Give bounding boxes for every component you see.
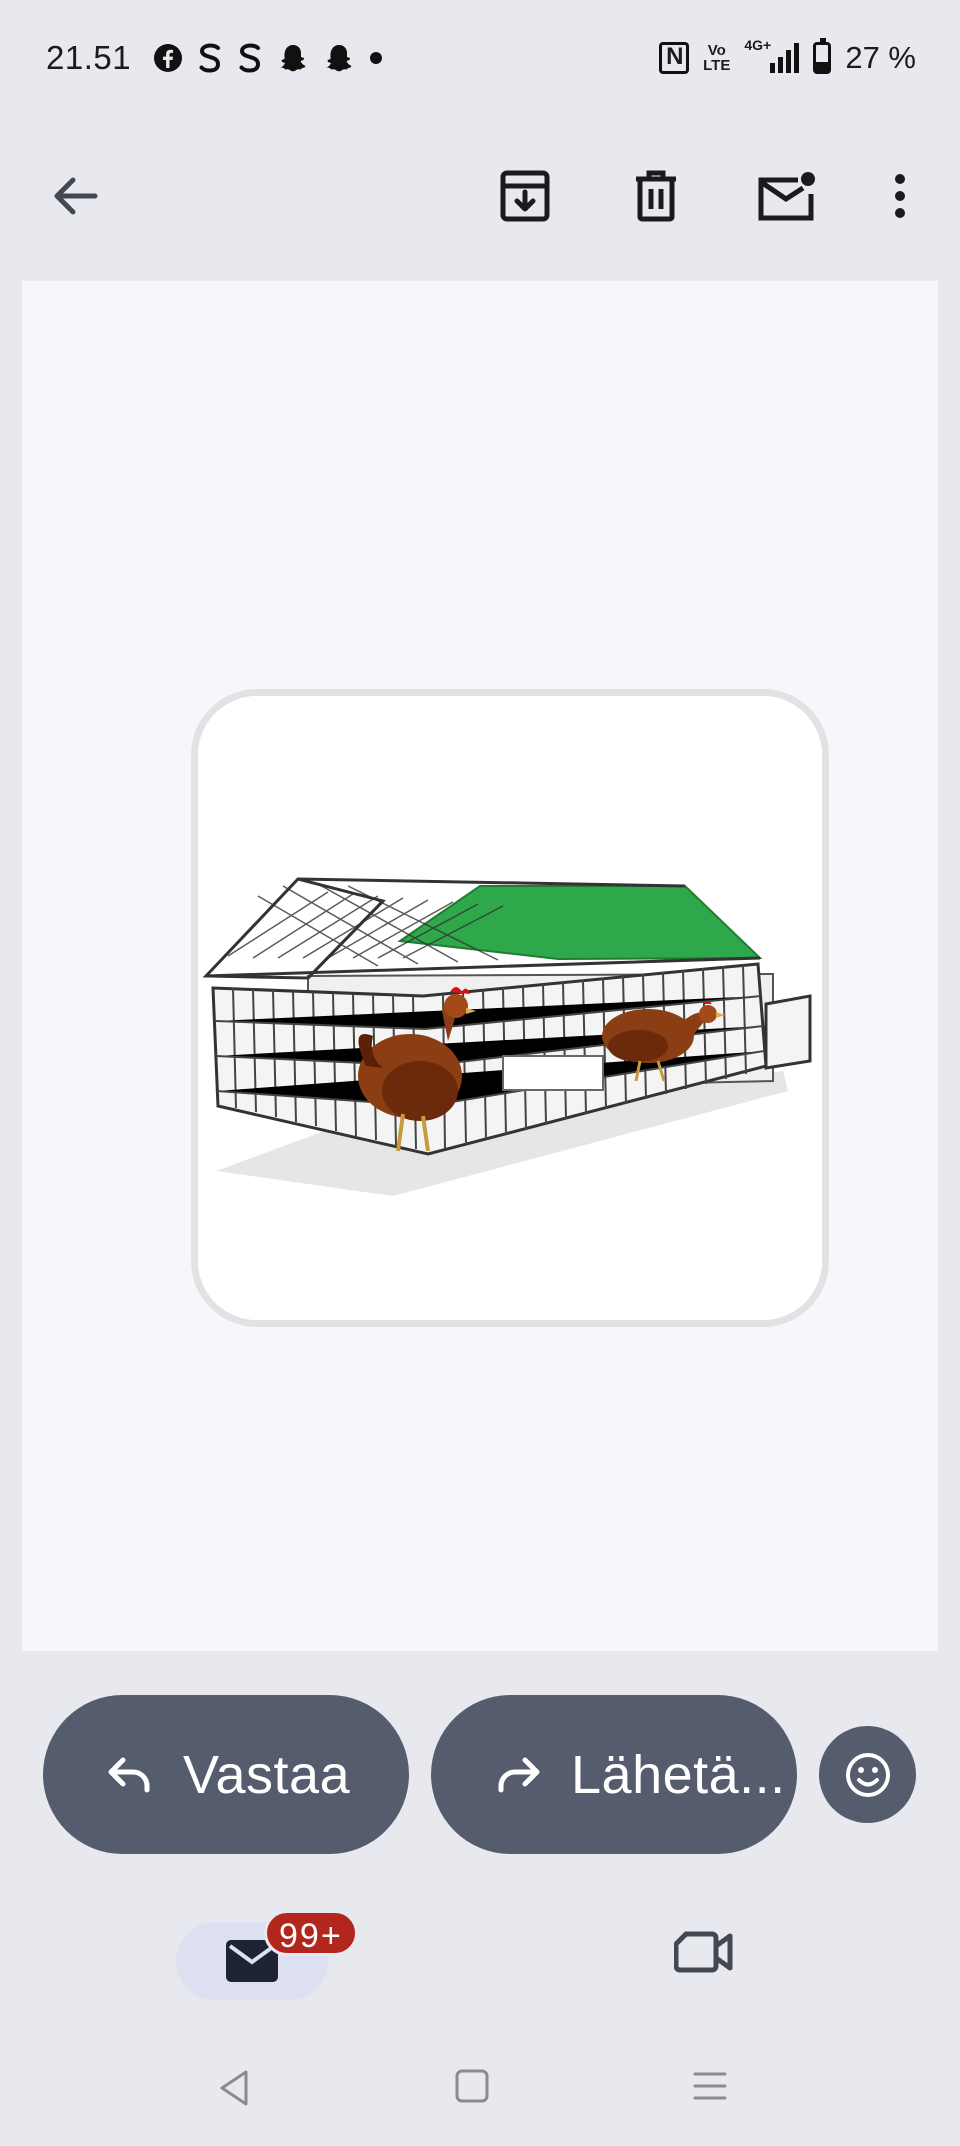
forward-button[interactable]: Lähetä... <box>431 1695 797 1854</box>
reply-arrow-icon <box>108 1757 150 1792</box>
system-status: Vo LTE 4G+ 27 % <box>659 37 916 76</box>
unread-count-badge: 99+ <box>264 1910 358 1956</box>
nfc-icon <box>659 42 690 74</box>
reply-label: Vastaa <box>183 1744 351 1805</box>
nav-back-icon <box>220 2070 248 2106</box>
system-recents-button[interactable] <box>692 2068 728 2109</box>
more-options-button[interactable] <box>870 166 930 226</box>
emoji-reaction-button[interactable] <box>819 1726 916 1823</box>
archive-button[interactable] <box>495 166 555 226</box>
meet-video-icon <box>673 1931 733 1973</box>
more-vert-icon <box>895 174 905 218</box>
notification-icons <box>153 42 383 74</box>
delete-button[interactable] <box>626 166 686 226</box>
volte-icon: Vo LTE <box>703 42 731 74</box>
snapchat-icon <box>280 45 306 72</box>
mark-unread-icon <box>758 172 815 221</box>
nav-home-icon <box>455 2069 489 2103</box>
s-icon <box>199 43 221 73</box>
bottom-navigation: 99+ <box>0 1898 960 2146</box>
signal-icon: 4G+ <box>744 37 800 73</box>
system-navigation <box>0 2058 960 2128</box>
dot-icon <box>370 52 383 64</box>
battery-icon <box>813 38 832 74</box>
forward-label: Lähetä... <box>571 1744 786 1805</box>
chicken-coop-image <box>198 696 822 1320</box>
reply-button[interactable]: Vastaa <box>43 1695 409 1854</box>
top-app-bar <box>0 140 960 250</box>
status-bar: 21.51 Vo LTE 4G+ 27 % <box>0 0 960 116</box>
emoji-reaction-icon <box>845 1752 890 1797</box>
system-back-button[interactable] <box>216 2068 252 2113</box>
back-button[interactable] <box>45 166 105 226</box>
battery-percent: 27 % <box>845 40 916 75</box>
mark-unread-button[interactable] <box>756 166 816 226</box>
attachment-image-card[interactable] <box>191 689 829 1327</box>
facebook-icon <box>154 44 183 72</box>
snapchat-icon <box>326 45 352 72</box>
meet-tab[interactable] <box>673 1928 744 1988</box>
archive-icon <box>500 170 550 222</box>
system-home-button[interactable] <box>454 2068 490 2109</box>
s-icon <box>239 43 261 73</box>
network-type: 4G+ <box>744 37 772 53</box>
forward-arrow-icon <box>498 1757 540 1792</box>
nav-recents-icon <box>693 2072 727 2100</box>
status-time: 21.51 <box>46 39 132 76</box>
message-body <box>22 281 938 1651</box>
delete-icon <box>636 170 676 222</box>
back-arrow-icon <box>54 177 98 215</box>
